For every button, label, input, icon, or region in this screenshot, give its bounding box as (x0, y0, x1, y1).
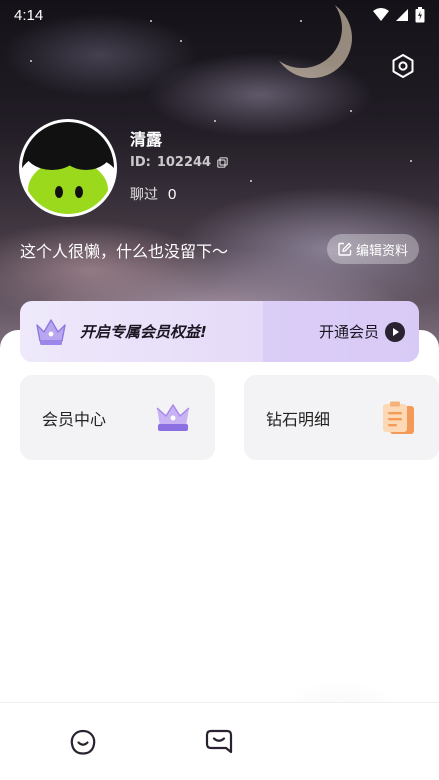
crown-icon (36, 318, 66, 345)
smile-face-icon (70, 729, 96, 755)
member-center-card[interactable]: 会员中心 (20, 375, 215, 460)
clipboard-icon (383, 401, 414, 434)
diamond-details-label: 钻石明细 (266, 409, 331, 429)
signal-icon (396, 9, 408, 21)
chat-count: 聊过 0 (130, 184, 176, 204)
profile-bio: 这个人很懒，什么也没留下～ (20, 242, 229, 261)
edit-profile-label: 编辑资料 (355, 243, 408, 259)
tab-messages[interactable] (204, 727, 234, 757)
user-id: ID: 102244 (130, 155, 228, 170)
crown-icon (156, 403, 190, 431)
open-vip-label: 开通会员 (318, 323, 379, 341)
copy-icon[interactable] (217, 157, 228, 168)
user-id-value: 102244 (156, 155, 212, 170)
settings-button[interactable] (389, 52, 417, 80)
tab-home[interactable] (68, 727, 98, 757)
chat-count-value: 0 (168, 185, 177, 203)
battery-icon (415, 7, 425, 23)
vip-banner-title: 开启专属会员权益! (80, 323, 207, 341)
avatar[interactable] (19, 119, 117, 217)
member-center-label: 会员中心 (42, 409, 107, 429)
chat-bubble-icon (205, 729, 233, 754)
gear-icon (392, 54, 414, 78)
open-vip-button[interactable]: 开通会员 (319, 301, 405, 362)
play-arrow-icon (385, 321, 405, 342)
vip-banner[interactable]: 开启专属会员权益! 开通会员 (20, 301, 419, 362)
diamond-details-card[interactable]: 钻石明细 (244, 375, 439, 460)
wifi-icon (373, 8, 389, 21)
bottom-tab-bar (0, 702, 439, 780)
avatar-image (22, 122, 114, 214)
username: 清露 (130, 130, 163, 149)
user-id-label: ID: (130, 155, 151, 170)
edit-icon (338, 242, 352, 256)
edit-profile-button[interactable]: 编辑资料 (327, 234, 419, 264)
status-time: 4:14 (14, 6, 44, 24)
chat-count-label: 聊过 (130, 187, 158, 203)
status-bar: 4:14 (0, 0, 439, 30)
